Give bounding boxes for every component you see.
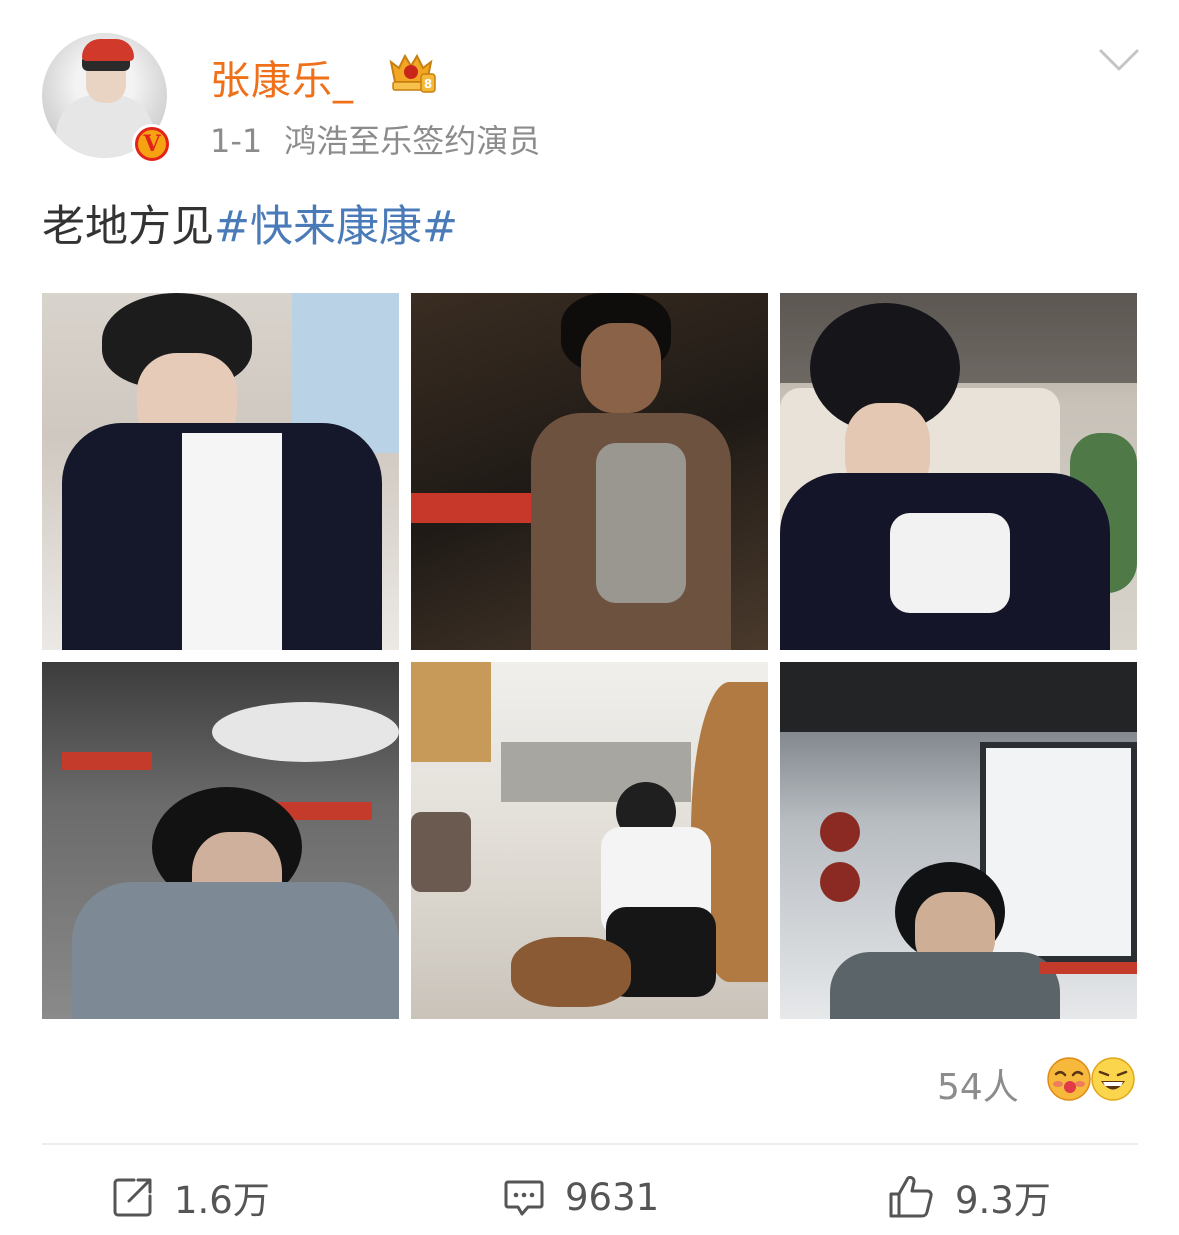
post-meta: 1-1 鸿浩至乐签约演员 — [210, 116, 540, 162]
photo-6[interactable] — [780, 662, 1137, 1019]
crown-level-badge-icon[interactable]: 8 — [385, 48, 437, 96]
like-button[interactable]: 9.3万 — [887, 1172, 1051, 1222]
photo-4[interactable] — [42, 662, 399, 1019]
hashtag-link[interactable]: #快来康康# — [214, 202, 458, 252]
repost-button[interactable]: 1.6万 — [112, 1172, 270, 1222]
username[interactable]: 张康乐_ — [210, 48, 354, 106]
comment-button[interactable]: 9631 — [503, 1172, 659, 1222]
photo-1[interactable] — [42, 293, 399, 650]
thumbs-up-icon — [889, 1175, 933, 1218]
like-count: 9.3万 — [955, 1179, 1051, 1222]
svg-text:8: 8 — [424, 77, 432, 91]
divider — [42, 1143, 1138, 1145]
post-time: 1-1 — [210, 122, 263, 160]
chevron-down-icon[interactable] — [1098, 46, 1140, 74]
comment-count: 9631 — [565, 1175, 660, 1219]
weibo-post: V 张康乐_ 8 1-1 鸿浩至乐签约演员 老地方见#快来康康# 54人 1.6… — [0, 0, 1179, 1235]
share-icon — [113, 1178, 152, 1217]
kiss-emoji-icon — [1047, 1057, 1091, 1101]
post-text: 老地方见#快来康康# — [42, 192, 458, 254]
comment-icon — [504, 1180, 544, 1216]
post-text-plain: 老地方见 — [42, 202, 214, 252]
photo-3[interactable] — [780, 293, 1137, 650]
photo-2[interactable] — [411, 293, 768, 650]
author-description: 鸿浩至乐签约演员 — [284, 122, 541, 160]
reaction-count[interactable]: 54人 — [937, 1058, 1019, 1110]
laugh-emoji-icon — [1091, 1057, 1135, 1101]
repost-count: 1.6万 — [174, 1179, 270, 1222]
verified-v-icon: V — [132, 124, 172, 164]
photo-5[interactable] — [411, 662, 768, 1019]
